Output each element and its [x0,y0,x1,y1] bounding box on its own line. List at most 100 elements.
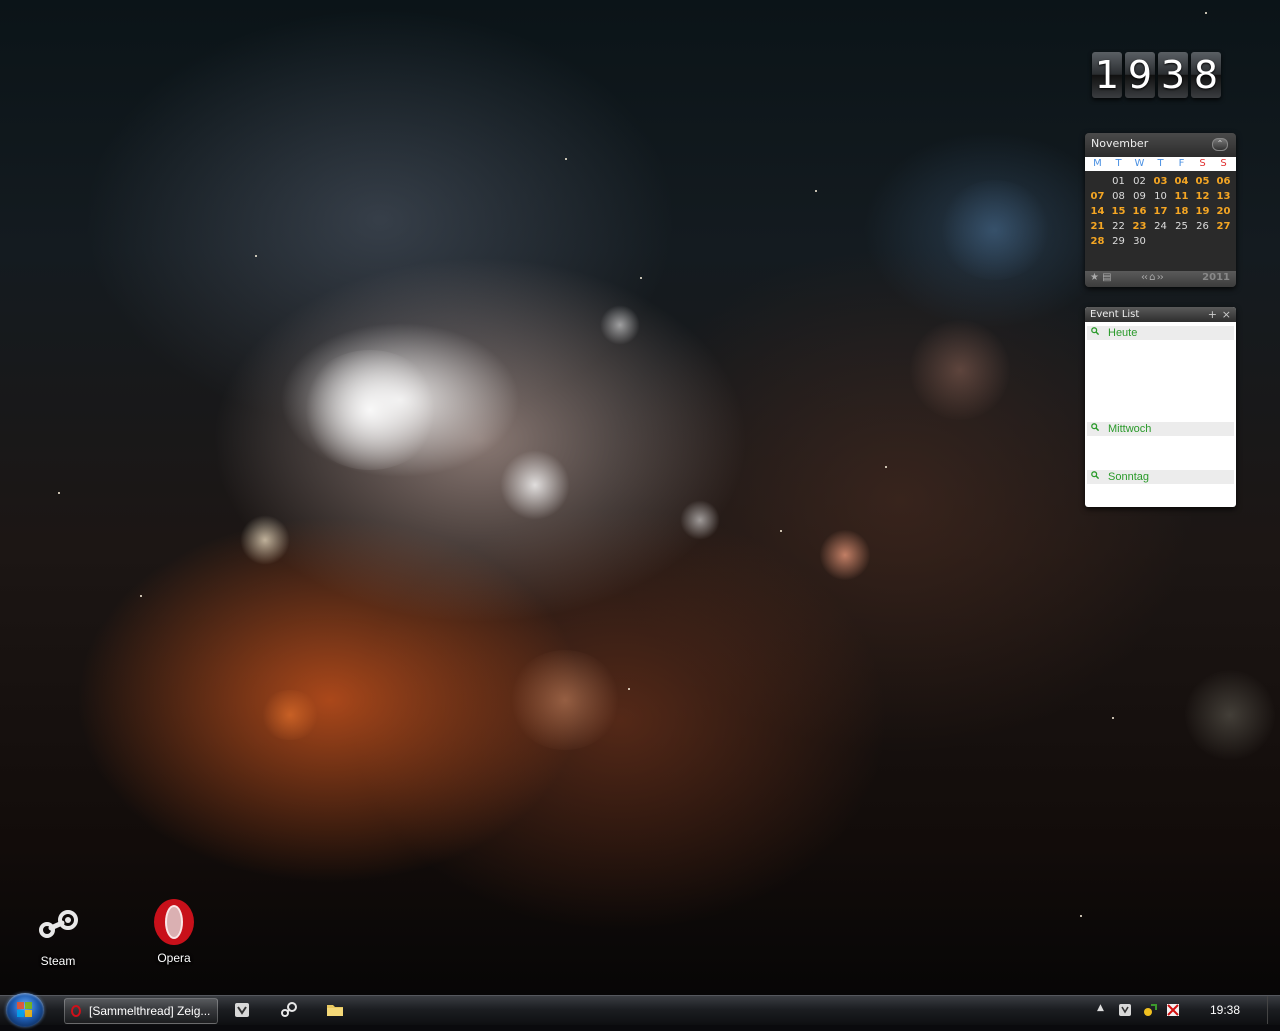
clock-digit: 1 [1092,52,1122,98]
collapse-icon[interactable]: ⌃ [1212,138,1228,151]
opera-icon [71,1005,81,1017]
weekday-header: MTWTFSS [1085,157,1236,171]
bokeh-light [940,180,1050,280]
calendar-day[interactable]: 24 [1150,220,1171,234]
calendar-day[interactable]: 26 [1192,220,1213,234]
calendar-day[interactable]: 04 [1171,175,1192,189]
calendar-day[interactable]: 25 [1171,220,1192,234]
opera-desktop-icon[interactable]: Opera [134,897,214,965]
calendar-day[interactable]: 01 [1108,175,1129,189]
calendar-day[interactable]: 20 [1213,205,1234,219]
close-icon[interactable]: × [1222,307,1231,322]
calendar-gadget[interactable]: November ⌃ MTWTFSS 01 02 03 04 05 06 07 08 09 10 1… [1085,133,1236,287]
nav-arrows-icon[interactable]: ‹‹ ⌂ ›› [1141,272,1164,283]
bokeh-light [910,320,1010,420]
calendar-day[interactable]: 11 [1171,190,1192,204]
taskbar: [Sammelthread] Zeig... ▲ 19:38 [0,993,1280,1027]
spark [780,530,782,532]
spark [565,158,567,160]
weekday-label: M [1093,158,1102,169]
taskbar-window-title: [Sammelthread] Zeig... [89,1004,211,1018]
calendar-day[interactable]: 06 [1213,175,1234,189]
calendar-day[interactable]: 12 [1192,190,1213,204]
calendar-day[interactable]: 19 [1192,205,1213,219]
steam-icon [34,900,82,948]
steam-desktop-icon[interactable]: Steam [18,900,98,968]
spark [1080,915,1082,917]
calendar-footer: ★ ▤ ‹‹ ⌂ ›› 2011 [1085,271,1236,287]
search-icon [1091,471,1099,479]
show-hidden-icons-button[interactable]: ▲ [1097,1003,1104,1013]
bokeh-light [500,450,570,520]
tray-app-icon[interactable] [1118,1003,1132,1017]
windows-orb-icon [17,1002,32,1017]
calendar-day[interactable]: 10 [1150,190,1171,204]
calendar-day[interactable]: 16 [1129,205,1150,219]
spark [640,277,642,279]
steam-icon[interactable] [280,1001,298,1019]
event-section-mittwoch[interactable]: Mittwoch [1087,422,1234,436]
calendar-day[interactable]: 21 [1087,220,1108,234]
calendar-day[interactable]: 17 [1150,205,1171,219]
start-button[interactable] [6,993,44,1027]
calendar-day[interactable]: 07 [1087,190,1108,204]
calendar-day[interactable]: 08 [1108,190,1129,204]
bokeh-light [260,690,320,740]
desktop-icon-label: Opera [157,951,191,965]
folder-icon[interactable] [326,1001,344,1019]
calendar-day[interactable]: 09 [1129,190,1150,204]
search-icon [1091,423,1099,431]
calendar-day[interactable]: 30 [1129,235,1150,249]
calendar-header: November ⌃ [1085,133,1236,157]
spark [628,688,630,690]
calendar-day[interactable]: 13 [1213,190,1234,204]
calendar-day[interactable]: 15 [1108,205,1129,219]
spark [140,595,142,597]
calendar-day[interactable]: 02 [1129,175,1150,189]
event-section-heute[interactable]: Heute [1087,326,1234,340]
calendar-day [1171,235,1192,249]
weekday-label: S [1199,158,1206,169]
app-icon-1[interactable] [233,1001,251,1019]
calendar-day [1192,235,1213,249]
calendar-day[interactable]: 22 [1108,220,1129,234]
flip-clock-gadget[interactable]: 1 9 3 8 [1092,52,1221,98]
event-list-title: Event List [1090,309,1140,320]
show-desktop-button[interactable] [1267,996,1280,1024]
star-icon[interactable]: ★ ▤ [1090,272,1112,283]
spark [885,466,887,468]
calendar-day[interactable]: 23 [1129,220,1150,234]
desktop-icon-label: Steam [40,954,76,968]
calendar-day[interactable]: 05 [1192,175,1213,189]
calendar-day[interactable]: 28 [1087,235,1108,249]
bokeh-light [600,305,640,345]
taskbar-window-button[interactable]: [Sammelthread] Zeig... [64,998,218,1024]
weekday-label: T [1115,158,1122,169]
calendar-day[interactable]: 18 [1171,205,1192,219]
bokeh-light [240,515,290,565]
calendar-day[interactable]: 14 [1087,205,1108,219]
network-icon[interactable] [1143,1003,1157,1017]
event-list-gadget[interactable]: Event List + × Heute Mittwoch Sonntag [1085,307,1236,507]
calendar-day[interactable]: 29 [1108,235,1129,249]
calendar-day[interactable]: 03 [1150,175,1171,189]
calendar-day[interactable]: 27 [1213,220,1234,234]
search-icon [1091,327,1099,335]
opera-icon [150,897,198,945]
event-section-sonntag[interactable]: Sonntag [1087,470,1234,484]
spark [1112,717,1114,719]
calendar-month: November [1091,137,1149,150]
clock-digit: 9 [1125,52,1155,98]
security-icon[interactable] [1166,1003,1180,1017]
bokeh-light [1185,670,1275,760]
event-section-label: Mittwoch [1108,423,1152,435]
add-event-icon[interactable]: + [1208,307,1217,322]
weekday-label: S [1220,158,1227,169]
spark [58,492,60,494]
taskbar-clock[interactable]: 19:38 [1210,996,1240,1024]
bokeh-light [820,530,870,580]
calendar-days-grid: 01 02 03 04 05 06 07 08 09 10 11 12 13 14 15 16 17 18 19 20… [1085,171,1236,249]
weekday-label: F [1178,158,1185,169]
weekday-label: T [1157,158,1164,169]
clock-digit: 8 [1191,52,1221,98]
